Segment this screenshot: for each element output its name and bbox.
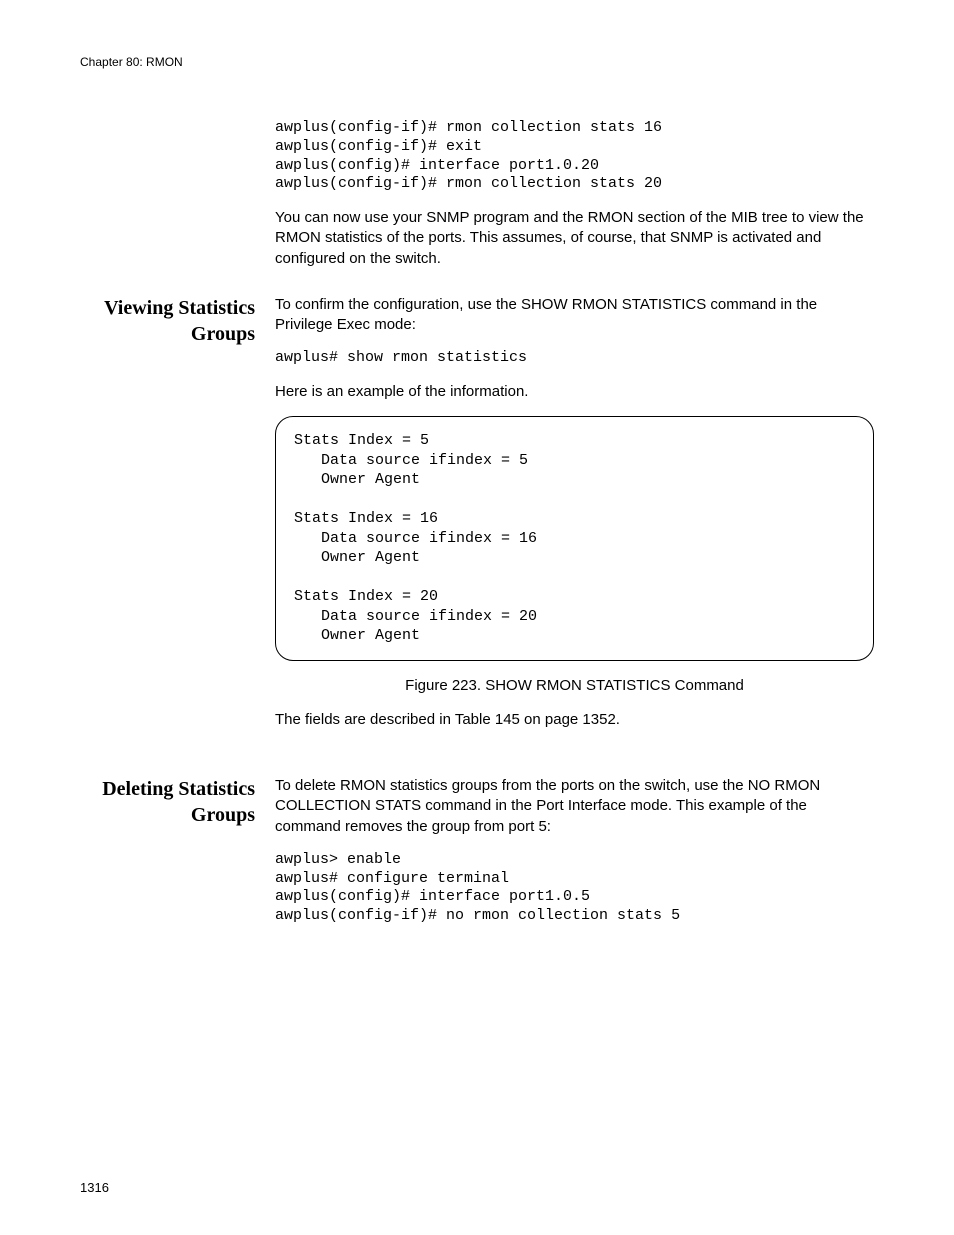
- page-number: 1316: [80, 1180, 109, 1195]
- code-block: awplus# show rmon statistics: [275, 349, 874, 368]
- body-paragraph: You can now use your SNMP program and th…: [275, 208, 874, 269]
- code-block: awplus> enable awplus# configure termina…: [275, 851, 874, 926]
- section-heading-viewing: Viewing Statistics Groups: [80, 295, 255, 347]
- section-viewing: Viewing Statistics Groups To confirm the…: [80, 295, 874, 744]
- section-heading-deleting: Deleting Statistics Groups: [80, 776, 255, 828]
- chapter-header: Chapter 80: RMON: [80, 55, 874, 69]
- section-deleting: Deleting Statistics Groups To delete RMO…: [80, 776, 874, 940]
- output-box: Stats Index = 5 Data source ifindex = 5 …: [275, 416, 874, 661]
- body-paragraph: To confirm the configuration, use the SH…: [275, 295, 874, 336]
- body-paragraph: To delete RMON statistics groups from th…: [275, 776, 874, 837]
- body-paragraph: The fields are described in Table 145 on…: [275, 710, 874, 730]
- body-paragraph: Here is an example of the information.: [275, 382, 874, 402]
- figure-caption: Figure 223. SHOW RMON STATISTICS Command: [275, 677, 874, 694]
- code-block: awplus(config-if)# rmon collection stats…: [275, 119, 874, 194]
- section-intro: awplus(config-if)# rmon collection stats…: [80, 119, 874, 283]
